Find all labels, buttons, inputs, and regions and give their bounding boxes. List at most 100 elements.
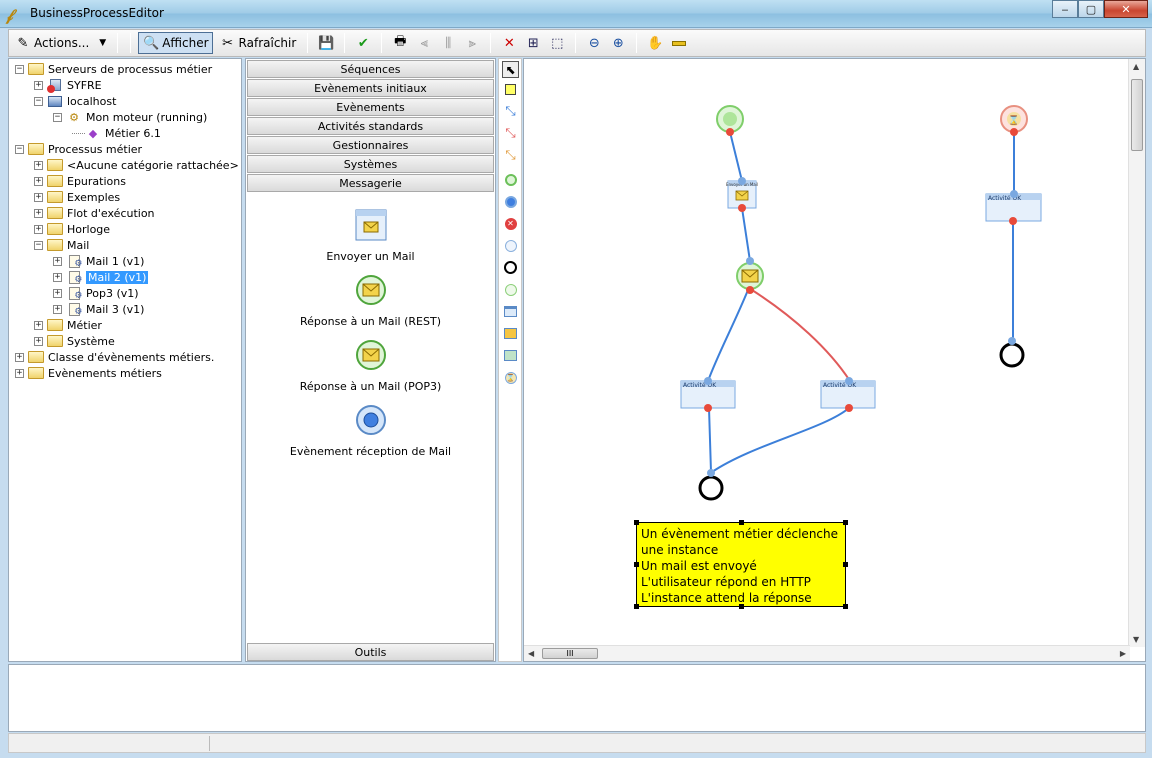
tree-expander[interactable]: + — [34, 192, 43, 202]
tree-expander[interactable]: + — [53, 288, 62, 298]
tree-item[interactable]: + Exemples — [34, 189, 120, 205]
ruler-button[interactable] — [668, 32, 690, 54]
tree-expander[interactable]: + — [34, 208, 43, 218]
palette-category[interactable]: Evènements initiaux — [247, 79, 494, 97]
tree-expander[interactable]: + — [15, 368, 24, 378]
minimize-button[interactable]: ‒ — [1052, 0, 1078, 18]
tree-expander[interactable]: + — [34, 336, 43, 346]
palette-tools-button[interactable]: Outils — [247, 643, 494, 661]
tree-expander[interactable]: + — [34, 224, 43, 234]
handler-tool[interactable] — [502, 325, 519, 342]
resize-handle[interactable] — [634, 604, 639, 609]
tree-item[interactable]: + Flot d'exécution — [34, 205, 155, 221]
tree-item[interactable]: + ⚙ Mail 3 (v1) — [53, 301, 144, 317]
horizontal-scrollbar[interactable]: ◀ III ▶ — [524, 645, 1130, 661]
flow-orange-tool[interactable]: ⤡ — [502, 147, 519, 164]
palette-item-reply-pop3[interactable]: Réponse à un Mail (POP3) — [246, 339, 495, 393]
tree-expander[interactable]: − — [53, 112, 62, 122]
palette-category[interactable]: Activités standards — [247, 117, 494, 135]
palette-category[interactable]: Evènements — [247, 98, 494, 116]
timer-event-tool[interactable] — [502, 281, 519, 298]
tree-expander[interactable]: + — [34, 160, 43, 170]
palette-category[interactable]: Séquences — [247, 60, 494, 78]
resize-handle[interactable] — [843, 562, 848, 567]
tree-expander[interactable]: − — [15, 144, 24, 154]
palette-item-mail-reception[interactable]: Evènement réception de Mail — [246, 404, 495, 458]
resize-handle[interactable] — [739, 604, 744, 609]
zoom-out-button[interactable]: ⊖ — [583, 32, 605, 54]
tree-item[interactable]: + ⚙ Mail 1 (v1) — [53, 253, 144, 269]
tree-item[interactable]: + ⚙ Pop3 (v1) — [53, 285, 139, 301]
scroll-up-icon[interactable]: ▲ — [1133, 62, 1139, 71]
tree-item[interactable]: + <Aucune catégorie rattachée> — [34, 157, 239, 173]
palette-item-reply-rest[interactable]: Réponse à un Mail (REST) — [246, 274, 495, 328]
maximize-button[interactable]: ▢ — [1078, 0, 1104, 18]
validate-button[interactable]: ✔ — [352, 32, 374, 54]
tree-item[interactable]: + SYFRE — [34, 77, 102, 93]
tree-expander[interactable]: + — [53, 272, 62, 282]
tree-item[interactable]: ◆ Métier 6.1 — [72, 125, 161, 141]
tree-expander[interactable]: − — [34, 96, 43, 106]
palette-item-send-mail[interactable]: Envoyer un Mail — [246, 209, 495, 263]
scroll-right-icon[interactable]: ▶ — [1120, 649, 1126, 658]
tree-expander[interactable]: + — [34, 176, 43, 186]
flow-blue-tool[interactable]: ⤡ — [502, 103, 519, 120]
grid-button[interactable]: ⊞ — [522, 32, 544, 54]
resize-handle[interactable] — [843, 520, 848, 525]
flow-red-tool[interactable]: ⤡ — [502, 125, 519, 142]
resize-handle[interactable] — [634, 562, 639, 567]
tree-item[interactable]: + Métier — [34, 317, 102, 333]
process-canvas[interactable]: Envoyer un Mail Activité OK Activité OK … — [523, 58, 1146, 662]
resize-handle[interactable] — [739, 520, 744, 525]
tree-expander[interactable]: + — [53, 304, 62, 314]
tree-expander[interactable]: − — [34, 240, 43, 250]
tree-item[interactable]: + Système — [34, 333, 115, 349]
annotation-note[interactable]: Un évènement métier déclenche une instan… — [636, 522, 846, 607]
palette-category[interactable]: Messagerie — [247, 174, 494, 192]
tree-expander[interactable]: + — [15, 352, 24, 362]
actions-menu-button[interactable]: ✎ Actions... ▼ — [10, 32, 110, 54]
tree-item[interactable]: + Epurations — [34, 173, 126, 189]
tree-item[interactable]: − Processus métier — [15, 141, 142, 157]
save-button[interactable]: 💾 — [315, 32, 337, 54]
resize-handle[interactable] — [843, 604, 848, 609]
pan-button[interactable]: ✋ — [644, 32, 666, 54]
tree-expander[interactable]: + — [34, 320, 43, 330]
note-tool[interactable] — [502, 81, 519, 98]
tree-item[interactable]: + Evènements métiers — [15, 365, 162, 381]
start-event-tool[interactable] — [502, 171, 519, 188]
tree-expander[interactable]: + — [34, 80, 43, 90]
show-button[interactable]: 🔍 Afficher — [138, 32, 213, 54]
light-event-tool[interactable] — [502, 237, 519, 254]
error-event-tool[interactable]: ✕ — [502, 215, 519, 232]
tree-item[interactable]: + Classe d'évènements métiers. — [15, 349, 214, 365]
intermediate-event-tool[interactable] — [502, 193, 519, 210]
align-center-button[interactable]: ⫼ — [437, 32, 459, 54]
tree-item[interactable]: + ⚙ Mail 2 (v1) — [53, 269, 149, 285]
tree-item[interactable]: − localhost — [34, 93, 116, 109]
delete-link-button[interactable]: ✕ — [498, 32, 520, 54]
vertical-scroll-thumb[interactable] — [1131, 79, 1143, 151]
tree-expander[interactable]: + — [53, 256, 62, 266]
align-left-button[interactable]: ⫷ — [413, 32, 435, 54]
tree-expander[interactable]: − — [15, 64, 24, 74]
tree-item[interactable]: + Horloge — [34, 221, 110, 237]
resize-handle[interactable] — [634, 520, 639, 525]
timer-tool[interactable]: ⌛ — [502, 369, 519, 386]
end-event-tool[interactable] — [502, 259, 519, 276]
scroll-left-icon[interactable]: ◀ — [528, 649, 534, 658]
zoom-in-button[interactable]: ⊕ — [607, 32, 629, 54]
activity-tool[interactable] — [502, 303, 519, 320]
palette-category[interactable]: Gestionnaires — [247, 136, 494, 154]
vertical-scrollbar[interactable]: ▲ ▼ — [1128, 59, 1145, 647]
close-button[interactable]: ✕ — [1104, 0, 1148, 18]
tree-item[interactable]: − ⚙ Mon moteur (running) — [53, 109, 207, 125]
tree-item[interactable]: − Mail — [34, 237, 89, 253]
align-right-button[interactable]: ⫸ — [461, 32, 483, 54]
print-button[interactable]: 🖶 — [389, 32, 411, 54]
palette-category[interactable]: Systèmes — [247, 155, 494, 173]
tree-item[interactable]: − Serveurs de processus métier — [15, 61, 212, 77]
scroll-down-icon[interactable]: ▼ — [1133, 635, 1139, 644]
pointer-tool[interactable]: ⬉ — [502, 61, 519, 78]
horizontal-scroll-thumb[interactable]: III — [542, 648, 598, 659]
